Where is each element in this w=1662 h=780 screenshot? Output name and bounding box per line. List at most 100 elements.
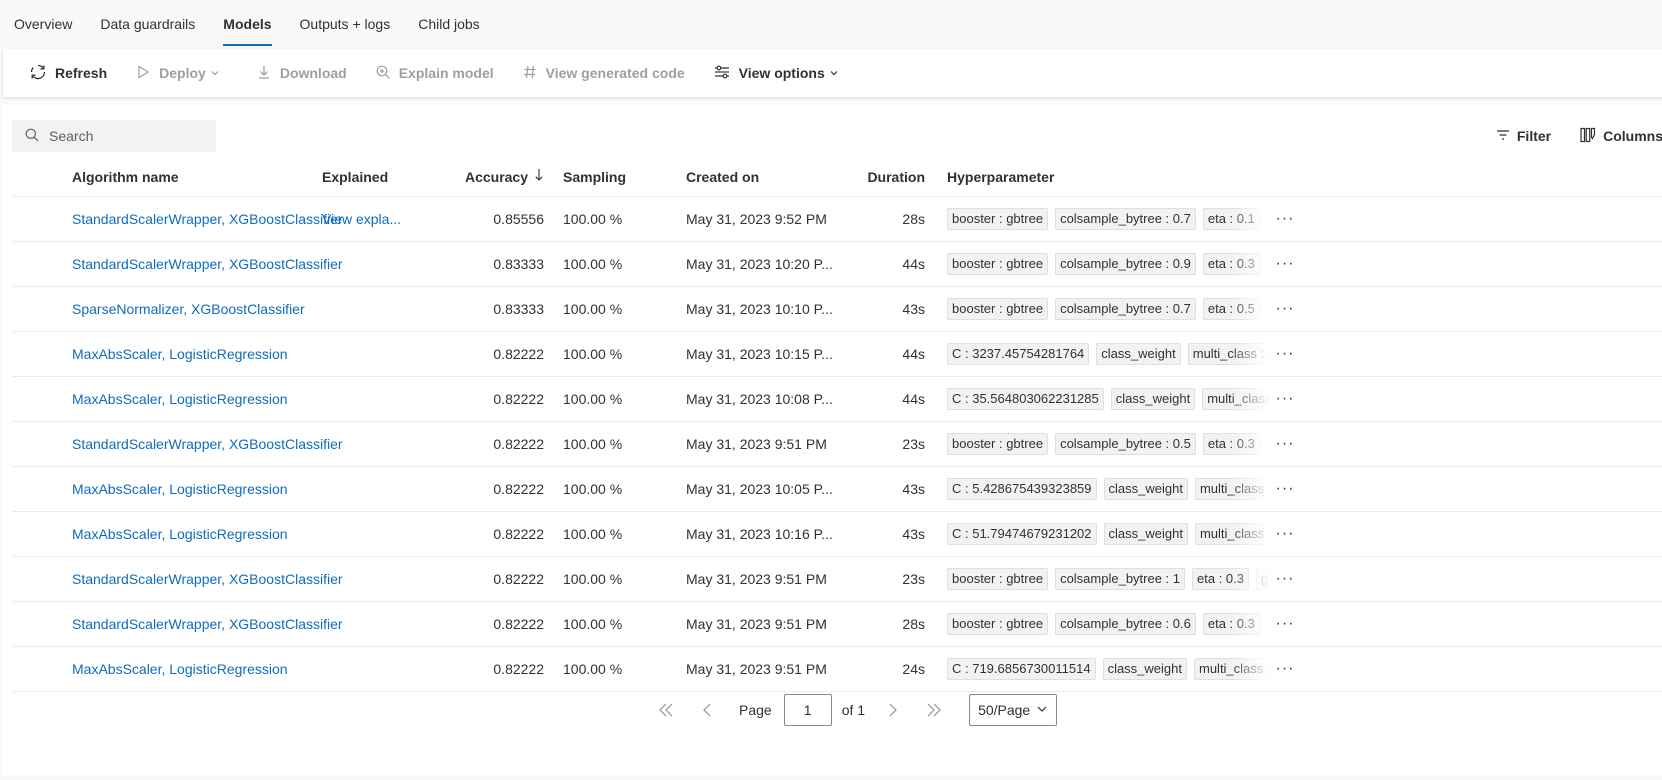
more-options-icon[interactable]: ··· <box>1276 435 1295 453</box>
accuracy-cell: 0.83333 <box>493 256 544 272</box>
algorithm-link[interactable]: MaxAbsScaler, LogisticRegression <box>72 481 288 497</box>
table-row[interactable]: MaxAbsScaler, LogisticRegression 0.82222 1… <box>12 467 1662 512</box>
models-table-viewport[interactable]: Algorithm name Explained Accuracy Sampli… <box>3 157 1662 694</box>
search-input[interactable] <box>49 128 199 144</box>
accuracy-cell: 0.82222 <box>493 481 544 497</box>
algorithm-cell: MaxAbsScaler, LogisticRegression <box>12 391 308 407</box>
column-header-explained[interactable]: Explained <box>308 169 432 185</box>
algorithm-cell: StandardScalerWrapper, XGBoostClassifier <box>12 571 343 587</box>
filter-button[interactable]: Filter <box>1495 127 1551 146</box>
deploy-button[interactable]: Deploy <box>135 64 228 83</box>
download-button[interactable]: Download <box>256 64 347 83</box>
tab-models[interactable]: Models <box>223 0 272 48</box>
download-label: Download <box>279 65 347 81</box>
hyperparameter-chip: booster : gbtree <box>947 568 1049 590</box>
tab-outputs-logs[interactable]: Outputs + logs <box>300 0 391 48</box>
created-on-cell: May 31, 2023 10:08 P... <box>686 391 833 407</box>
duration-cell: 44s <box>902 346 925 362</box>
filter-label: Filter <box>1516 128 1552 144</box>
more-options-icon[interactable]: ··· <box>1276 615 1295 633</box>
table-row[interactable]: StandardScalerWrapper, XGBoostClassifier… <box>12 197 1662 242</box>
sampling-cell: 100.00 % <box>563 391 623 407</box>
algorithm-link[interactable]: MaxAbsScaler, LogisticRegression <box>72 526 288 542</box>
hyperparameter-chip: colsample_bytree : 0.6 <box>1055 613 1196 635</box>
algorithm-cell: StandardScalerWrapper, XGBoostClassifier <box>12 256 343 272</box>
column-header-algorithm[interactable]: Algorithm name <box>12 169 308 185</box>
overflow-fade <box>1230 388 1270 410</box>
table-row[interactable]: MaxAbsScaler, LogisticRegression 0.82222 1… <box>12 512 1662 557</box>
algorithm-link[interactable]: StandardScalerWrapper, XGBoostClassifier <box>72 571 343 587</box>
refresh-icon <box>29 63 55 84</box>
duration-cell: 23s <box>902 436 925 452</box>
table-body: StandardScalerWrapper, XGBoostClassifier… <box>12 197 1662 694</box>
view-generated-code-button[interactable]: View generated code <box>522 64 685 83</box>
chevron-down-icon <box>210 65 228 81</box>
view-explanation-link[interactable]: View expla... <box>322 211 401 227</box>
overflow-fade <box>1230 478 1270 500</box>
table-row[interactable]: MaxAbsScaler, LogisticRegression 0.82222 1… <box>12 647 1662 692</box>
overflow-fade <box>1230 298 1270 320</box>
algorithm-link[interactable]: SparseNormalizer, XGBoostClassifier <box>72 301 305 317</box>
column-header-accuracy[interactable]: Accuracy <box>432 168 553 185</box>
last-page-icon[interactable] <box>925 702 943 718</box>
overflow-fade <box>1230 523 1270 545</box>
more-options-icon[interactable]: ··· <box>1276 210 1295 228</box>
created-on-cell: May 31, 2023 9:51 PM <box>686 436 827 452</box>
created-on-cell: May 31, 2023 10:20 P... <box>686 256 833 272</box>
algorithm-link[interactable]: StandardScalerWrapper, XGBoostClassifier <box>72 211 343 227</box>
algorithm-link[interactable]: MaxAbsScaler, LogisticRegression <box>72 391 288 407</box>
columns-icon <box>1579 126 1603 147</box>
columns-label: Columns <box>1603 128 1662 144</box>
hyperparameter-chip: booster : gbtree <box>947 298 1049 320</box>
table-row[interactable]: StandardScalerWrapper, XGBoostClassifier… <box>12 422 1662 467</box>
hyperparameter-chip: class_weight <box>1103 523 1188 545</box>
tab-data-guardrails[interactable]: Data guardrails <box>100 0 195 48</box>
more-options-icon[interactable]: ··· <box>1276 570 1295 588</box>
first-page-icon[interactable] <box>657 702 675 718</box>
tab-child-jobs[interactable]: Child jobs <box>418 0 479 48</box>
more-options-icon[interactable]: ··· <box>1276 300 1295 318</box>
algorithm-link[interactable]: StandardScalerWrapper, XGBoostClassifier <box>72 616 343 632</box>
overflow-fade <box>1230 658 1270 680</box>
table-row[interactable]: SparseNormalizer, XGBoostClassifier 0.833… <box>12 287 1662 332</box>
algorithm-link[interactable]: StandardScalerWrapper, XGBoostClassifier <box>72 436 343 452</box>
refresh-button[interactable]: Refresh <box>29 63 107 84</box>
chevron-down-icon <box>1036 702 1048 718</box>
more-options-icon[interactable]: ··· <box>1276 255 1295 273</box>
table-row[interactable]: StandardScalerWrapper, XGBoostClassifier… <box>12 242 1662 287</box>
more-options-icon[interactable]: ··· <box>1276 345 1295 363</box>
search-box[interactable] <box>12 120 216 152</box>
table-row[interactable]: MaxAbsScaler, LogisticRegression 0.82222 1… <box>12 377 1662 422</box>
explain-model-button[interactable]: Explain model <box>375 64 494 83</box>
created-on-cell: May 31, 2023 10:15 P... <box>686 346 833 362</box>
more-options-icon[interactable]: ··· <box>1276 390 1295 408</box>
tab-overview[interactable]: Overview <box>14 0 72 48</box>
hyperparameter-chip: C : 3237.45754281764 <box>947 343 1090 365</box>
algorithm-link[interactable]: MaxAbsScaler, LogisticRegression <box>72 661 288 677</box>
hyperparameter-cell: C : 51.79474679231202class_weightmulti_c… <box>925 523 1270 545</box>
more-options-icon[interactable]: ··· <box>1276 480 1295 498</box>
more-options-icon[interactable]: ··· <box>1276 525 1295 543</box>
page-size-dropdown[interactable]: 50/Page <box>969 694 1058 726</box>
column-header-created-on[interactable]: Created on <box>673 169 860 185</box>
more-actions-cell: ··· <box>1270 525 1300 543</box>
algorithm-link[interactable]: StandardScalerWrapper, XGBoostClassifier <box>72 256 343 272</box>
more-actions-cell: ··· <box>1270 345 1300 363</box>
created-on-cell: May 31, 2023 9:51 PM <box>686 661 827 677</box>
sampling-cell: 100.00 % <box>563 346 623 362</box>
previous-page-icon[interactable] <box>701 702 713 718</box>
algorithm-link[interactable]: MaxAbsScaler, LogisticRegression <box>72 346 288 362</box>
table-row[interactable]: MaxAbsScaler, LogisticRegression 0.82222 1… <box>12 332 1662 377</box>
table-row[interactable]: StandardScalerWrapper, XGBoostClassifier… <box>12 602 1662 647</box>
columns-button[interactable]: Columns <box>1579 126 1662 147</box>
next-page-icon[interactable] <box>887 702 899 718</box>
view-options-button[interactable]: View options <box>713 63 847 84</box>
column-header-sampling[interactable]: Sampling <box>553 169 673 185</box>
page-number-input[interactable] <box>783 694 832 726</box>
accuracy-cell: 0.83333 <box>493 301 544 317</box>
more-options-icon[interactable]: ··· <box>1276 660 1295 678</box>
column-header-hyperparameter[interactable]: Hyperparameter <box>925 169 1305 185</box>
algorithm-cell: MaxAbsScaler, LogisticRegression <box>12 481 308 497</box>
table-row[interactable]: StandardScalerWrapper, XGBoostClassifier… <box>12 557 1662 602</box>
column-header-duration[interactable]: Duration <box>860 169 925 185</box>
